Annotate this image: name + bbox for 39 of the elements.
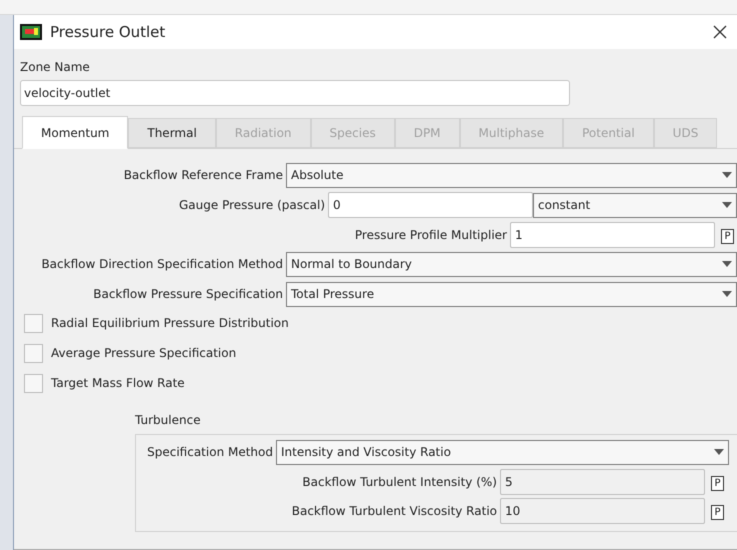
close-icon[interactable] (713, 25, 727, 39)
field-label: Backflow Turbulent Intensity (%) (302, 474, 497, 490)
profile-button[interactable]: P (711, 504, 724, 520)
caret-icon (714, 449, 724, 455)
input-field[interactable]: 5 (500, 468, 705, 494)
turbulence-heading: Turbulence (135, 412, 202, 429)
dropdown[interactable]: Absolute (286, 162, 737, 188)
checkbox[interactable] (24, 344, 43, 362)
checkbox-label: Radial Equilibrium Pressure Distribution (51, 315, 289, 332)
field-label: Pressure Profile Multiplier (354, 226, 507, 244)
caret-icon (722, 291, 732, 297)
field-label: Specification Method (147, 444, 273, 461)
input-field[interactable]: 10 (500, 498, 705, 524)
profile-button[interactable]: P (721, 228, 734, 244)
profile-button[interactable]: P (711, 476, 724, 490)
window-title: Pressure Outlet (50, 22, 166, 43)
field-label: Gauge Pressure (pascal) (179, 197, 325, 214)
field-label: Backflow Direction Specification Method (41, 256, 283, 273)
caret-icon (722, 261, 732, 267)
dropdown[interactable]: Total Pressure (286, 282, 737, 306)
input-field[interactable]: 1 (510, 222, 715, 248)
dropdown[interactable]: Normal to Boundary (286, 252, 737, 276)
dropdown[interactable]: Intensity and Viscosity Ratio (276, 440, 729, 464)
checkbox[interactable] (24, 314, 43, 332)
zone-name-field[interactable]: velocity-outlet (20, 80, 570, 106)
caret-icon (722, 202, 732, 208)
dropdown[interactable]: constant (533, 192, 737, 218)
input-field[interactable]: 0 (328, 192, 533, 218)
tab[interactable]: Thermal (128, 118, 216, 148)
app-icon (20, 24, 42, 40)
checkbox-label: Average Pressure Specification (51, 345, 236, 362)
checkbox-label: Target Mass Flow Rate (51, 375, 185, 392)
caret-icon (722, 172, 732, 178)
tab[interactable]: Momentum (22, 116, 128, 149)
field-label: Backflow Reference Frame (124, 167, 283, 184)
field-label: Backflow Turbulent Viscosity Ratio (292, 502, 497, 520)
field-label: Backflow Pressure Specification (93, 286, 283, 303)
zone-name-label: Zone Name (20, 59, 91, 76)
checkbox[interactable] (24, 374, 43, 392)
